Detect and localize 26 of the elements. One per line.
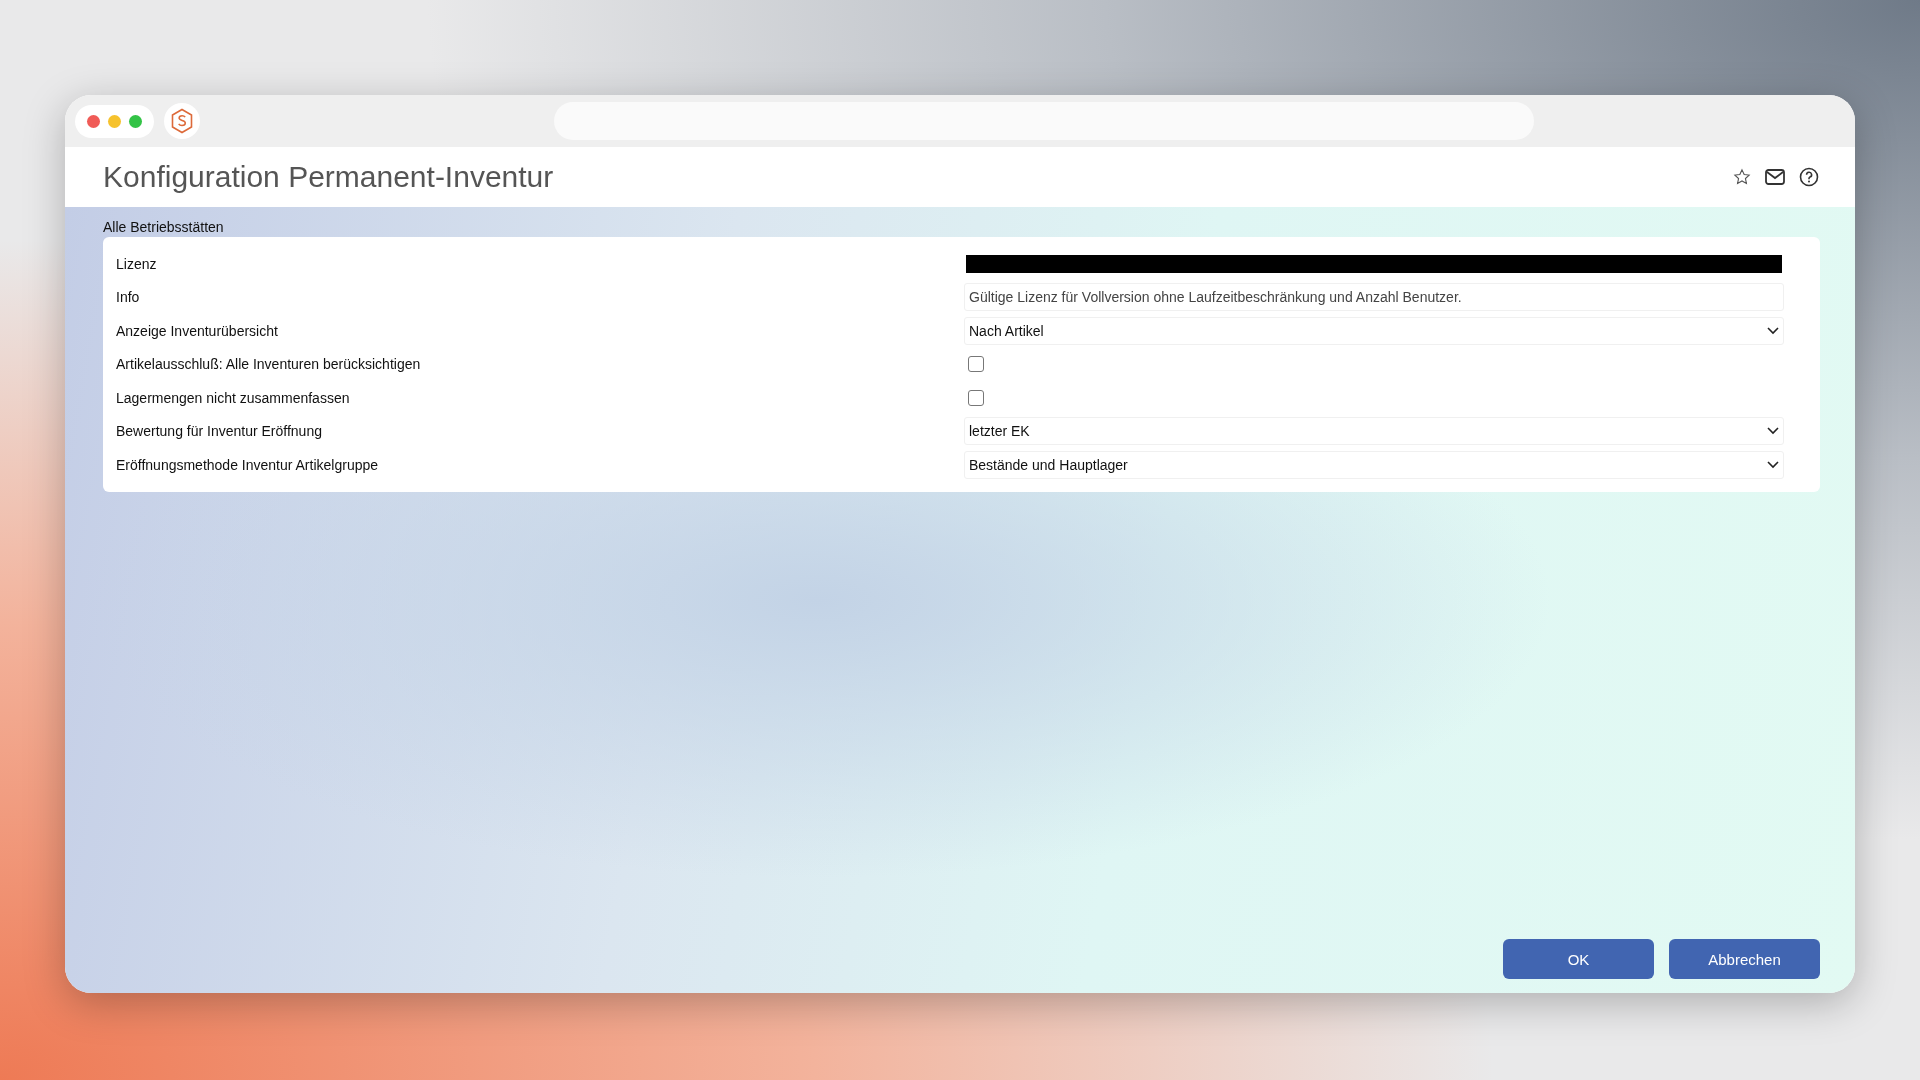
dropdown[interactable]: Bestände und Hauptlager — [964, 450, 1784, 479]
hexagon-logo-icon — [170, 108, 194, 134]
section-label: Alle Betriebsstätten — [103, 219, 225, 235]
chevron-down-icon — [1767, 460, 1779, 469]
setting-label: Lagermengen nicht zusammenfassen — [116, 389, 351, 406]
chevron-down-icon — [1767, 427, 1779, 436]
checkbox[interactable] — [968, 356, 984, 373]
setting-label: Lizenz — [116, 255, 158, 272]
mail-icon[interactable] — [1765, 169, 1785, 185]
setting-label: Anzeige Inventurübersicht — [116, 322, 279, 339]
dropdown[interactable]: letzter EK — [964, 417, 1784, 446]
ok-button[interactable]: OK — [1503, 939, 1654, 979]
star-icon[interactable] — [1733, 168, 1751, 186]
setting-label: Artikelausschluß: Alle Inventuren berücksichtigen — [116, 356, 422, 373]
dropdown[interactable]: Nach Artikel — [964, 316, 1784, 345]
cancel-button[interactable]: Abbrechen — [1669, 939, 1820, 979]
window-title: Konfiguration Permanent-Inventur — [103, 160, 554, 194]
chevron-down-icon — [1767, 326, 1779, 335]
checkbox[interactable] — [968, 389, 984, 406]
close-button[interactable] — [87, 114, 100, 128]
setting-label: Eröffnungsmethode Inventur Artikelgruppe — [116, 456, 380, 473]
help-icon[interactable] — [1799, 167, 1819, 187]
setting-label: Bewertung für Inventur Eröffnung — [116, 423, 323, 440]
info-text: Gültige Lizenz für Vollversion ohne Laufzeitbeschränkung und Anzahl Benutzer. — [964, 283, 1784, 312]
setting-label: Info — [116, 289, 141, 306]
maximize-button[interactable] — [129, 114, 142, 128]
